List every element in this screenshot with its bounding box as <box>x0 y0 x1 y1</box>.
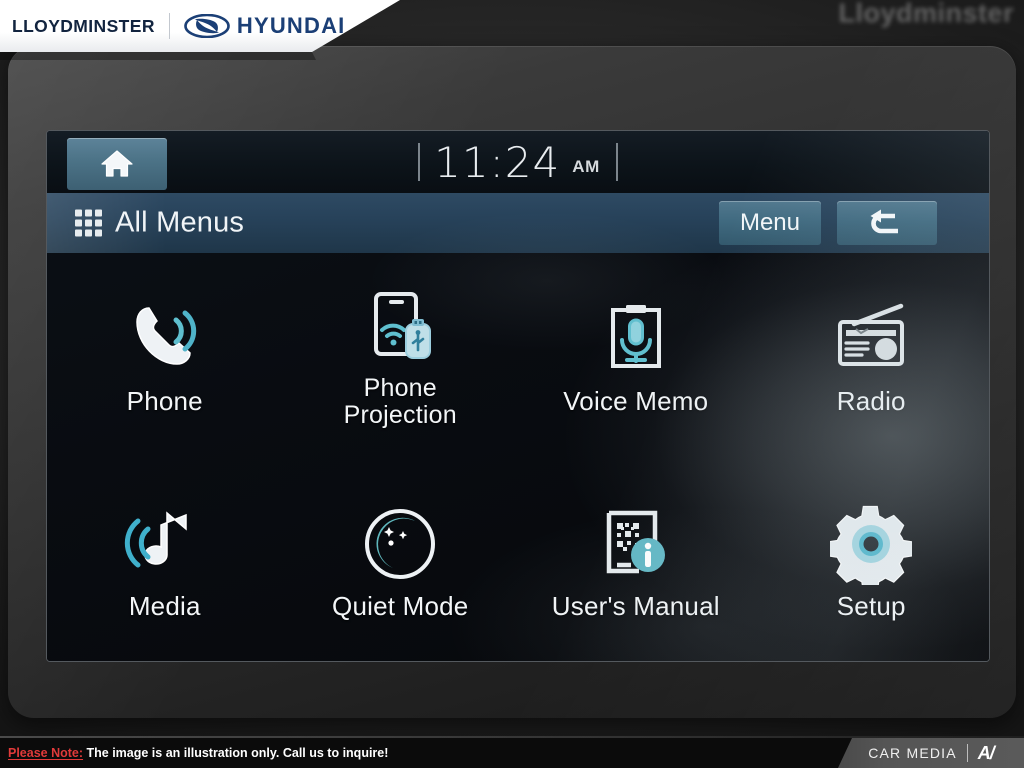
phone-handset-waves-icon <box>124 295 206 383</box>
clock-left-separator-icon <box>418 143 421 181</box>
menu-tile-label: Setup <box>836 591 906 622</box>
menu-button-label: Menu <box>739 209 801 236</box>
menu-tile-label: Phone Projection <box>343 373 457 429</box>
menu-tile-users-manual[interactable]: User's Manual <box>518 458 754 661</box>
menu-tile-radio[interactable]: Radio <box>754 253 990 458</box>
radio-antenna-icon <box>828 295 914 383</box>
head-unit-bezel: 11:24 AM All Menus Menu Phone Phone Proj… <box>8 46 1016 718</box>
phone-projection-wifi-usb-icon <box>359 283 441 371</box>
menu-tile-quiet-mode[interactable]: Quiet Mode <box>283 458 519 661</box>
clock-meridiem: AM <box>572 157 600 176</box>
screenshot-root: Lloydminster 11:24 AM All Menus Menu Pho… <box>0 0 1024 768</box>
car-media-watermark: CAR MEDIA A/ <box>838 738 1024 768</box>
footer-note: Please Note: The image is an illustratio… <box>0 746 388 760</box>
footer-note-lead: Please Note: <box>8 746 84 760</box>
menu-tile-label-line2: Projection <box>343 400 457 429</box>
menu-tile-voice-memo[interactable]: Voice Memo <box>518 253 754 458</box>
menu-tile-phone[interactable]: Phone <box>47 253 283 458</box>
car-media-text: CAR MEDIA <box>868 745 957 761</box>
status-bar: 11:24 AM <box>47 131 989 193</box>
menu-tile-label: User's Manual <box>551 591 720 622</box>
dealer-watermark: Lloydminster <box>838 0 1014 28</box>
title-bar: All Menus Menu <box>47 193 989 253</box>
menu-tile-label: Quiet Mode <box>332 591 469 622</box>
hyundai-h-ellipse-logo-icon <box>184 14 230 38</box>
menu-tile-phone-projection[interactable]: Phone Projection <box>283 253 519 458</box>
footer-note-body: The image is an illustration only. Call … <box>86 746 389 760</box>
vertical-divider-icon <box>966 744 968 762</box>
apps-grid-icon <box>75 209 102 237</box>
dealer-name: LLOYDMINSTER <box>12 15 155 36</box>
back-button[interactable] <box>837 201 937 245</box>
menu-tile-label: Radio <box>836 386 906 417</box>
back-arrow-icon <box>870 209 898 234</box>
menu-tile-media[interactable]: Media <box>47 458 283 661</box>
clock-time: 11:24 <box>434 137 561 187</box>
car-media-logo-mark: A/ <box>977 742 995 763</box>
dealer-banner: LLOYDMINSTER HYUNDAI <box>0 0 400 52</box>
menu-tile-label-line1: Phone <box>363 373 437 402</box>
footer-disclaimer-bar: Please Note: The image is an illustratio… <box>0 738 1024 768</box>
music-note-waves-icon <box>124 500 206 588</box>
infotainment-screen[interactable]: 11:24 AM All Menus Menu Phone Phone Proj… <box>46 130 990 662</box>
clock-right-separator-icon <box>615 143 618 181</box>
menu-tile-label: Phone <box>126 386 203 417</box>
vertical-divider-icon <box>168 13 170 39</box>
crescent-moon-stars-icon <box>359 500 441 588</box>
menu-button[interactable]: Menu <box>719 201 821 245</box>
menu-grid: Phone Phone Projection Voice Memo Radio … <box>47 253 990 661</box>
menu-tile-label: Voice Memo <box>563 386 709 417</box>
menu-tile-setup[interactable]: Setup <box>754 458 990 661</box>
qr-code-info-icon <box>595 500 677 588</box>
gear-icon <box>830 500 913 588</box>
home-icon <box>101 150 133 177</box>
menu-tile-label: Media <box>128 591 201 622</box>
clock: 11:24 AM <box>47 131 989 193</box>
clipboard-microphone-icon <box>595 295 677 383</box>
brand-name: HYUNDAI <box>236 13 346 38</box>
home-button[interactable] <box>67 138 167 190</box>
page-title: All Menus <box>115 206 245 239</box>
